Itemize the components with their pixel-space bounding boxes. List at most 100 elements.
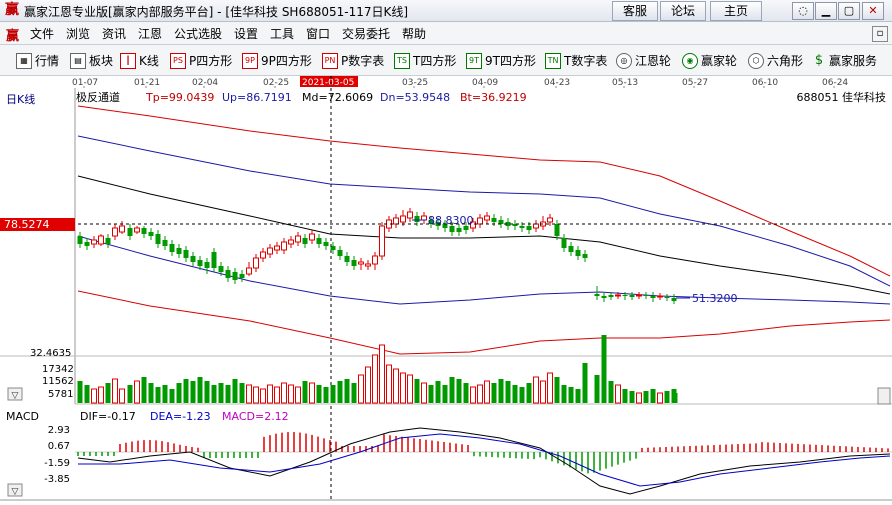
volume-bar [594,375,600,403]
volume-bar [449,377,455,403]
candle-body [197,260,203,266]
minimize-icon[interactable]: ▁ [815,2,837,20]
toolbar-service-button[interactable]: $ 赢家服务 [812,52,877,69]
toolbar-t-table-button[interactable]: TN T数字表 [545,52,607,69]
candle-body [414,216,420,222]
volume-bar [608,381,614,403]
menu-gann[interactable]: 江恩 [138,25,162,42]
toolbar-gann-wheel-button[interactable]: ◎ 江恩轮 [616,52,671,69]
date-axis-label: 03-25 [402,78,428,88]
volume-bar [622,389,628,403]
volume-bar [554,377,560,403]
winner-wheel-icon: ◉ [682,52,698,69]
window-title: 赢家江恩专业版[赢家内部服务平台] - [佳华科技 SH688051-117日K… [24,5,409,19]
volume-bar [337,381,343,403]
candle-body [183,250,189,258]
candle-body [288,239,294,245]
volume-bar [183,379,189,403]
toolbar-hexagon-button[interactable]: ⬡ 六角形 [748,52,803,69]
menu-file[interactable]: 文件 [30,25,54,42]
candle-body [141,228,147,234]
toolbar-label: 板块 [89,54,114,68]
volume-bar [77,381,83,403]
toolbar-p-table-button[interactable]: PN P数字表 [322,52,384,69]
chevron-down-icon: ▽ [12,391,19,401]
volume-bar [344,379,350,403]
menu-window[interactable]: 窗口 [306,25,330,42]
menu-settings[interactable]: 设置 [234,25,258,42]
menu-news[interactable]: 资讯 [102,25,126,42]
volume-bar [615,384,621,404]
volume-bar [512,385,518,403]
dif-line [77,427,891,495]
toolbar-kline-button[interactable]: ┃ K线 [120,52,159,69]
scrollbar-thumb[interactable] [877,387,891,405]
menu-trade[interactable]: 交易委托 [342,25,390,42]
menu-formula-select[interactable]: 公式选股 [174,25,222,42]
volume-bar [239,383,245,403]
hexagon-icon: ⬡ [748,52,764,69]
volume-bar [141,377,147,403]
menu-browse[interactable]: 浏览 [66,25,90,42]
candle-body [351,260,357,266]
candle-body [554,224,560,236]
volume-bar [636,392,642,404]
volume-bar [428,385,434,403]
toolbar-winner-wheel-button[interactable]: ◉ 赢家轮 [682,52,737,69]
toolbar-label: T数字表 [564,54,608,68]
dea-value: DEA=-1.23 [150,410,211,423]
candle-body [664,297,670,298]
date-axis-label: 01-07 [72,78,98,88]
volume-bar [225,385,231,403]
toolbar-sector-button[interactable]: ▤ 板块 [70,52,113,69]
volume-bar [442,385,448,403]
toolbar-t-square-button[interactable]: TS T四方形 [394,52,456,69]
candle-body [491,218,497,222]
candle-body [91,239,97,245]
toolbar-label: 赢家轮 [701,54,738,68]
volume-bar [484,380,490,404]
volume-bars [77,335,678,404]
customer-service-button[interactable]: 客服 [612,1,658,21]
volume-bar [657,392,663,404]
toolbar-9p-square-button[interactable]: 9P 9P四方形 [242,52,312,69]
candle-body [407,211,413,219]
volume-bar [204,381,210,403]
close-icon[interactable]: ✕ [862,2,884,20]
menu-bar [0,22,892,45]
candle-body [84,242,90,246]
toolbar-p-square-button[interactable]: PS P四方形 [170,52,232,69]
maximize-icon[interactable]: ▢ [838,2,860,20]
app-logo-icon: 赢 [5,2,19,18]
volume-bar [288,384,294,404]
candle-body [112,227,118,237]
kline-chart[interactable]: 01-07 01-21 02-04 02-25 2021-03-05 03-25 04-09… [0,76,892,502]
volume-bar [629,391,635,403]
candle-body [134,227,140,233]
date-axis-label: 06-10 [752,78,778,88]
channel-top-line [77,105,891,277]
date-axis-label: 04-23 [544,78,570,88]
candle-body [582,254,588,258]
volume-bar [547,372,553,404]
volume-bar [232,379,238,403]
date-axis-label: 04-09 [472,78,498,88]
menu-help[interactable]: 帮助 [402,25,426,42]
volume-bar [575,389,581,403]
candle-body [547,217,553,223]
homepage-button[interactable]: 主页 [710,1,762,21]
indicator-name: 极反通道 [76,90,120,104]
menu-tools[interactable]: 工具 [270,25,294,42]
toolbar-9t-square-button[interactable]: 9T 9T四方形 [466,52,536,69]
candlesticks [77,208,677,304]
toolbar-quote-button[interactable]: ▦ 行情 [16,52,59,69]
volume-bar [463,383,469,403]
volume-bar [664,391,670,403]
toolbar-label: P四方形 [189,54,233,68]
window-tool-icon[interactable]: ◌ [792,2,814,20]
candle-body [456,228,462,232]
restore-icon[interactable]: ▫ [872,26,888,42]
volume-bar [246,384,252,404]
channel-middle-line [77,175,891,295]
forum-button[interactable]: 论坛 [660,1,706,21]
